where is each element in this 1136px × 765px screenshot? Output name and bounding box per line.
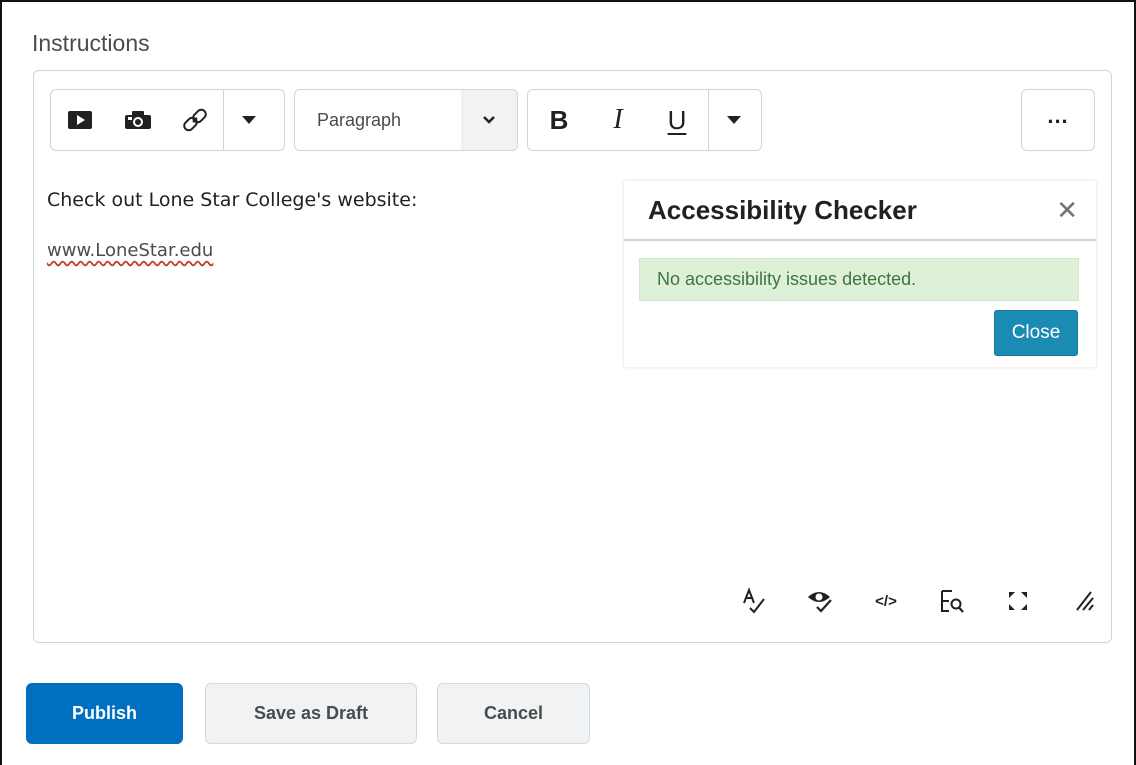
close-icon[interactable]: ✕	[1056, 197, 1078, 223]
dropdown-arrow-icon	[242, 111, 256, 129]
video-icon[interactable]	[51, 90, 109, 150]
accessibility-status-message: No accessibility issues detected.	[639, 258, 1079, 301]
format-select[interactable]: Paragraph	[294, 89, 518, 151]
underline-button[interactable]: U	[646, 90, 708, 150]
italic-button[interactable]: I	[590, 90, 646, 150]
section-title: Instructions	[32, 30, 150, 56]
source-code-icon[interactable]: </>	[866, 581, 906, 621]
accessibility-checker-panel: Accessibility Checker ✕ No accessibility…	[624, 181, 1096, 367]
text-style-more-dropdown[interactable]	[709, 90, 759, 150]
more-options-button[interactable]: ...	[1021, 89, 1095, 151]
link-icon[interactable]	[167, 90, 223, 150]
insert-more-dropdown[interactable]	[224, 90, 274, 150]
format-select-value: Paragraph	[317, 109, 402, 130]
resize-handle-icon[interactable]	[1064, 581, 1104, 621]
panel-close-button[interactable]: Close	[994, 310, 1078, 356]
bold-button[interactable]: B	[528, 90, 590, 150]
panel-title: Accessibility Checker	[648, 194, 917, 225]
content-paragraph: Check out Lone Star College's website:	[47, 189, 418, 211]
chevron-down-icon[interactable]	[461, 90, 517, 150]
publish-button[interactable]: Publish	[26, 683, 183, 744]
dropdown-arrow-icon	[727, 111, 741, 129]
rich-text-editor[interactable]: Paragraph B I U ... Check out Lone Star …	[33, 70, 1112, 643]
insert-toolbar-group	[50, 89, 285, 151]
camera-icon[interactable]	[109, 90, 167, 150]
find-replace-icon[interactable]	[932, 581, 972, 621]
text-style-toolbar-group: B I U	[527, 89, 762, 151]
save-as-draft-button[interactable]: Save as Draft	[205, 683, 417, 744]
editor-bottom-toolbar: </>	[734, 579, 1104, 623]
fullscreen-icon[interactable]	[998, 581, 1038, 621]
spellcheck-icon[interactable]	[734, 581, 774, 621]
more-icon: ...	[1047, 103, 1069, 128]
accessibility-check-icon[interactable]	[800, 581, 840, 621]
website-link[interactable]: www.LoneStar.edu	[47, 240, 213, 261]
cancel-button[interactable]: Cancel	[437, 683, 590, 744]
panel-header: Accessibility Checker ✕	[624, 181, 1096, 241]
content-link-paragraph: www.LoneStar.edu	[47, 239, 213, 261]
